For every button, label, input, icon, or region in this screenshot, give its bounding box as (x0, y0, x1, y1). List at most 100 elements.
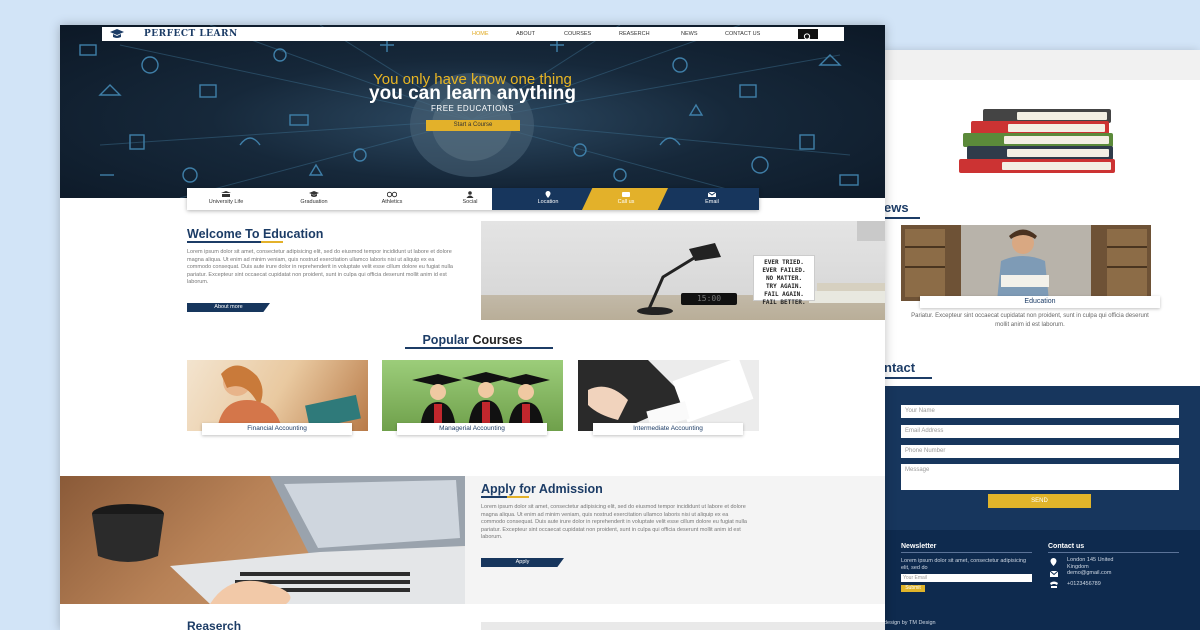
laptop-coffee-illustration (92, 476, 465, 604)
social-icon (466, 191, 474, 198)
poster-line: FAIL AGAIN. (764, 291, 804, 298)
news-caption[interactable]: Education (920, 296, 1160, 308)
phone-icon (1050, 581, 1058, 588)
laptop-photo (60, 476, 465, 604)
graduation-cap-icon (110, 29, 124, 38)
email-icon (707, 191, 717, 197)
back-page: ews Education Pariatur. Excepteur sint o… (870, 50, 1200, 630)
admission-heading: Apply for Admission (481, 482, 603, 496)
location-icon (545, 191, 551, 198)
poster-line: FAIL BETTER. (762, 299, 806, 306)
desk-lamp-illustration (637, 221, 885, 315)
nav-about[interactable]: ABOUT (516, 31, 535, 37)
welcome-text: Lorem ipsum dolor sit amet, consectetur … (187, 249, 453, 285)
athletics-icon (387, 191, 397, 198)
message-field[interactable]: Message (901, 464, 1179, 490)
nav-courses[interactable]: COURSES (564, 31, 591, 37)
course-caption-managerial[interactable]: Managerial Accounting (397, 423, 547, 435)
contact-heading: ntact (884, 360, 916, 375)
course-card-financial[interactable] (187, 360, 368, 431)
tab-location[interactable]: Location (509, 188, 587, 210)
footer-email[interactable]: demo@gmail.com (1067, 570, 1111, 577)
phone-field[interactable]: Phone Number (901, 445, 1179, 458)
top-navbar: PERFECT LEARN HOME ABOUT COURSES REASERC… (102, 27, 844, 41)
welcome-underline-accent (261, 241, 283, 243)
email-field[interactable]: Email Address (901, 425, 1179, 438)
admission-underline-accent (507, 496, 529, 498)
contact-underline (884, 377, 932, 379)
admission-underline (481, 496, 507, 498)
nav-contact-us[interactable]: CONTACT US (725, 31, 760, 37)
footer-credit: design by TM Design (884, 620, 936, 626)
poster-line: TRY AGAIN. (765, 283, 803, 290)
footer-address: London 145 United Kingdom (1067, 557, 1114, 570)
send-button[interactable]: SEND (988, 494, 1091, 508)
nav-news[interactable]: NEWS (681, 31, 698, 37)
location-pin-icon (1050, 558, 1057, 566)
book (967, 146, 1113, 160)
news-text: Pariatur. Excepteur sint occaecat cupida… (911, 313, 1149, 328)
front-page: PERFECT LEARN HOME ABOUT COURSES REASERC… (60, 25, 885, 630)
newsletter-text: Lorem ipsum dolor sit amet, consectetur … (901, 558, 1027, 571)
welcome-underline (187, 241, 261, 243)
desk-photo: EVER TRIED. EVER FAILED. NO MATTER. TRY … (481, 221, 885, 320)
poster-line: EVER FAILED. (762, 267, 806, 274)
site-logo[interactable]: PERFECT LEARN (144, 29, 238, 39)
footer-contact-rule (1048, 552, 1179, 553)
feature-tab-bar: University Life Graduation Athletics Soc… (187, 188, 759, 210)
course-card-managerial[interactable] (382, 360, 563, 431)
about-more-button[interactable]: About more (187, 303, 270, 312)
tab-email[interactable]: Email (673, 188, 751, 210)
welcome-heading: Welcome To Education (187, 227, 324, 241)
popular-heading-highlight: Popular (422, 333, 470, 347)
admission-text: Lorem ipsum dolor sit amet, consectetur … (481, 504, 747, 540)
course-caption-intermediate[interactable]: Intermediate Accounting (593, 423, 743, 435)
poster-line: NO MATTER. (765, 275, 803, 282)
admission-section: Apply for Admission Lorem ipsum dolor si… (60, 476, 885, 604)
tab-call-us[interactable]: Call us (587, 188, 665, 210)
newsletter-submit-button[interactable]: Submit (901, 585, 925, 592)
nav-research[interactable]: REASERCH (619, 31, 650, 37)
hero-subheadline: FREE EDUCATIONS (431, 104, 514, 113)
footer-phone: +0123456789 (1067, 581, 1101, 587)
apply-button[interactable]: Apply (481, 558, 564, 567)
news-heading: ews (884, 200, 909, 215)
course-card-intermediate[interactable] (578, 360, 759, 431)
news-underline (884, 217, 920, 219)
tab-social[interactable]: Social (431, 188, 509, 210)
newsletter-rule (901, 552, 1032, 553)
search-icon (803, 33, 812, 41)
popular-underline (405, 347, 553, 349)
book (959, 159, 1115, 173)
graduates-photo (412, 372, 550, 431)
mail-icon (1050, 571, 1058, 577)
tab-athletics[interactable]: Athletics (353, 188, 431, 210)
hero-banner: PERFECT LEARN HOME ABOUT COURSES REASERC… (60, 25, 885, 198)
books-photo (901, 97, 1150, 205)
book (963, 133, 1113, 147)
start-course-button[interactable]: Start a Course (426, 120, 520, 131)
research-photo-placeholder (481, 622, 885, 630)
news-photo (901, 225, 1151, 301)
laptop-notebook-photo (578, 360, 754, 431)
student-photo (217, 365, 361, 431)
newsletter-heading: Newsletter (901, 543, 937, 550)
back-top-strip (870, 50, 1200, 80)
course-caption-financial[interactable]: Financial Accounting (202, 423, 352, 435)
tab-graduation[interactable]: Graduation (275, 188, 353, 210)
hero-headline: you can learn anything (369, 83, 576, 104)
graduation-icon (309, 191, 319, 197)
library-illustration (901, 225, 1151, 301)
poster-line: EVER TRIED. (764, 259, 804, 266)
newsletter-input[interactable]: Your Email (901, 574, 1032, 582)
contact-form: Your Name Email Address Phone Number Mes… (870, 386, 1200, 530)
name-field[interactable]: Your Name (901, 405, 1179, 418)
search-button[interactable] (798, 29, 818, 41)
nav-home[interactable]: HOME (472, 31, 489, 37)
tab-university-life[interactable]: University Life (187, 188, 265, 210)
back-footer: Newsletter Lorem ipsum dolor sit amet, c… (870, 530, 1200, 630)
research-heading: Reaserch (187, 619, 242, 630)
popular-heading-rest: Courses (469, 333, 523, 347)
motivation-poster: EVER TRIED. EVER FAILED. NO MATTER. TRY … (753, 255, 815, 306)
university-icon (221, 191, 231, 197)
